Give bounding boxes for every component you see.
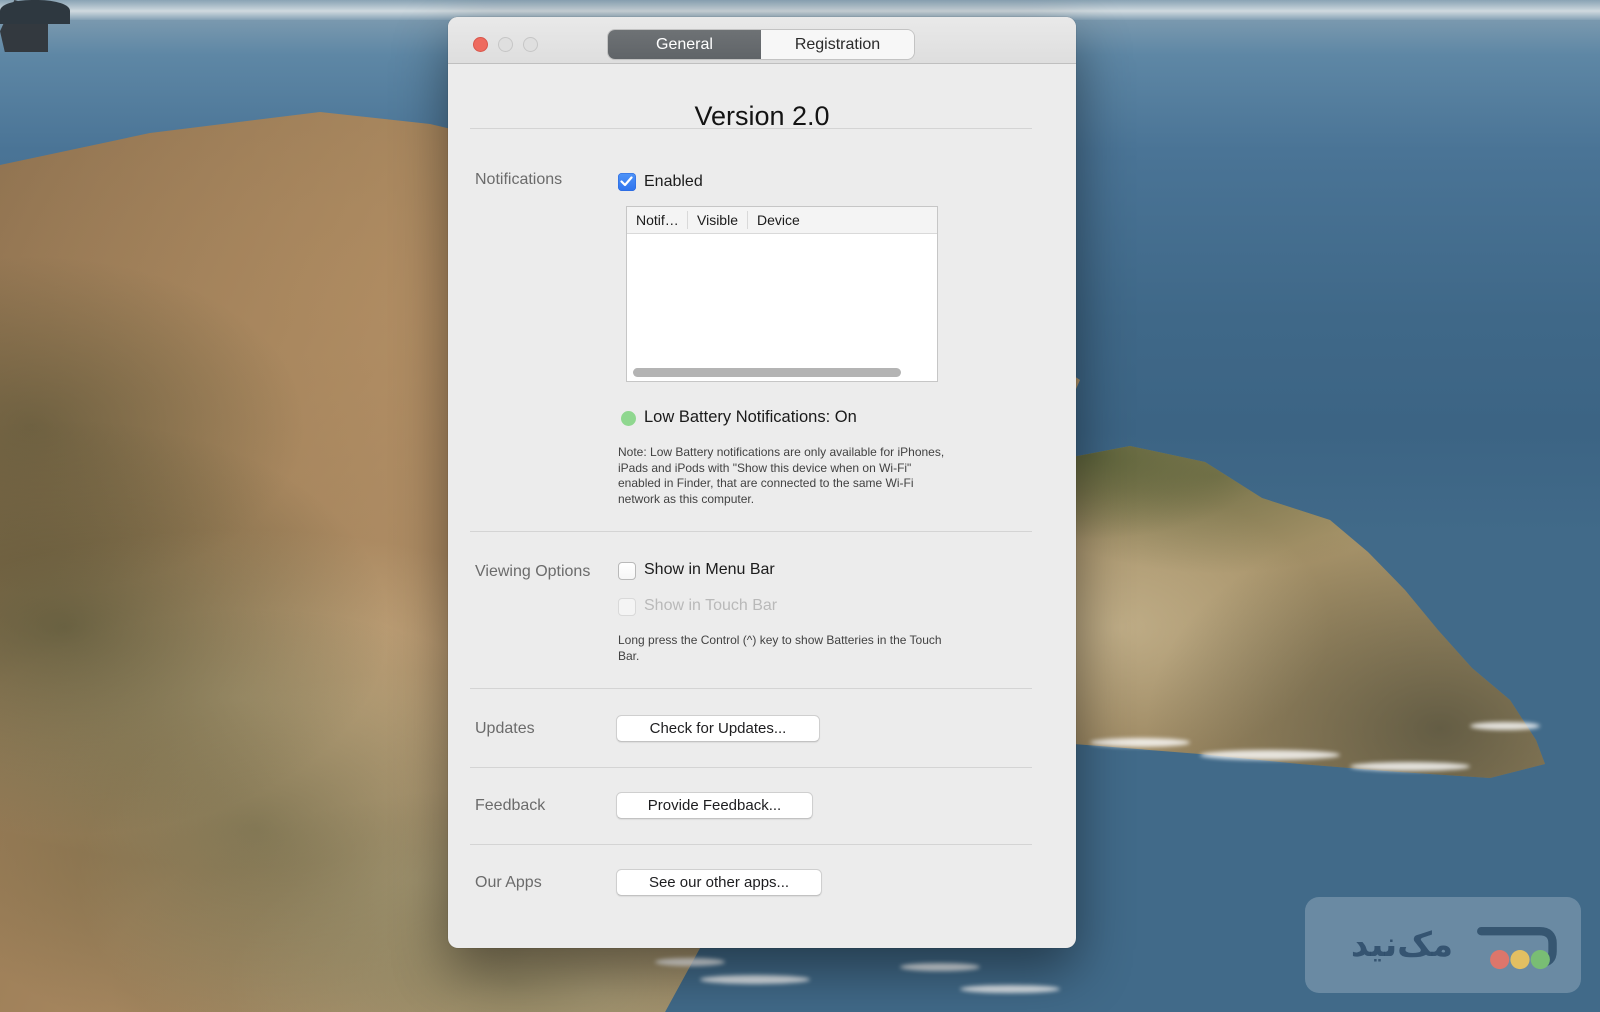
- watermark-text: مک‌نید: [1350, 925, 1453, 965]
- sea-foam: [1090, 738, 1190, 747]
- sea-foam: [1350, 762, 1470, 771]
- section-divider: [470, 531, 1032, 532]
- section-divider: [470, 767, 1032, 768]
- tab-registration-label: Registration: [794, 35, 881, 53]
- sea-foam: [1200, 750, 1340, 760]
- provide-feedback-button[interactable]: Provide Feedback...: [616, 792, 813, 819]
- section-divider: [470, 688, 1032, 689]
- show-in-menu-bar-label: Show in Menu Bar: [644, 561, 775, 578]
- minimize-button-disabled: [498, 37, 513, 52]
- horizontal-scrollbar-thumb[interactable]: [633, 368, 901, 377]
- section-divider: [470, 128, 1032, 129]
- tab-registration[interactable]: Registration: [761, 30, 914, 59]
- check-for-updates-button[interactable]: Check for Updates...: [616, 715, 820, 742]
- sea-foam: [655, 958, 725, 966]
- zoom-button-disabled: [523, 37, 538, 52]
- show-in-touch-bar-label: Show in Touch Bar: [644, 597, 778, 614]
- watermark-badge: مک‌نید: [1305, 897, 1581, 993]
- traffic-lights: [473, 37, 538, 52]
- title-bar[interactable]: General Registration: [448, 17, 1076, 64]
- column-header-device[interactable]: Device: [748, 211, 937, 229]
- updates-label: Updates: [475, 720, 535, 737]
- tab-general[interactable]: General: [608, 30, 761, 59]
- notifications-label: Notifications: [475, 171, 563, 188]
- status-dot-green: [621, 411, 636, 426]
- viewing-options-label: Viewing Options: [475, 563, 591, 580]
- desktop-wallpaper: { "window": { "tabs": [ {"label": "Gener…: [0, 0, 1600, 1012]
- show-in-menu-bar-checkbox[interactable]: [618, 562, 636, 580]
- notifications-table[interactable]: Notif… Visible Device: [626, 206, 938, 382]
- see-other-apps-button[interactable]: See our other apps...: [616, 869, 822, 896]
- preferences-window: General Registration Version 2.0 Notific…: [448, 17, 1076, 948]
- touch-bar-note: Long press the Control (^) key to show B…: [618, 633, 942, 663]
- sea-foam: [1470, 722, 1540, 730]
- column-header-visible[interactable]: Visible: [688, 211, 748, 229]
- enabled-checkbox-label: Enabled: [644, 173, 703, 190]
- table-header-row: Notif… Visible Device: [627, 207, 937, 234]
- tab-general-label: General: [656, 35, 713, 53]
- feedback-label: Feedback: [475, 797, 546, 814]
- low-battery-status: Low Battery Notifications: On: [644, 408, 857, 426]
- checkmark-icon: [620, 176, 633, 187]
- enabled-checkbox[interactable]: [618, 173, 636, 191]
- show-in-touch-bar-checkbox-disabled: [618, 598, 636, 616]
- tab-bar: General Registration: [608, 30, 914, 59]
- low-battery-note: Note: Low Battery notifications are only…: [618, 445, 945, 506]
- sea-foam: [900, 963, 980, 971]
- column-header-notification[interactable]: Notif…: [627, 211, 688, 229]
- close-button[interactable]: [473, 37, 488, 52]
- sea-rock: [0, 0, 70, 24]
- our-apps-label: Our Apps: [475, 874, 542, 891]
- sea-foam: [960, 985, 1060, 993]
- sea-foam: [700, 975, 810, 984]
- watermark-logo-icon: [1477, 926, 1557, 970]
- section-divider: [470, 844, 1032, 845]
